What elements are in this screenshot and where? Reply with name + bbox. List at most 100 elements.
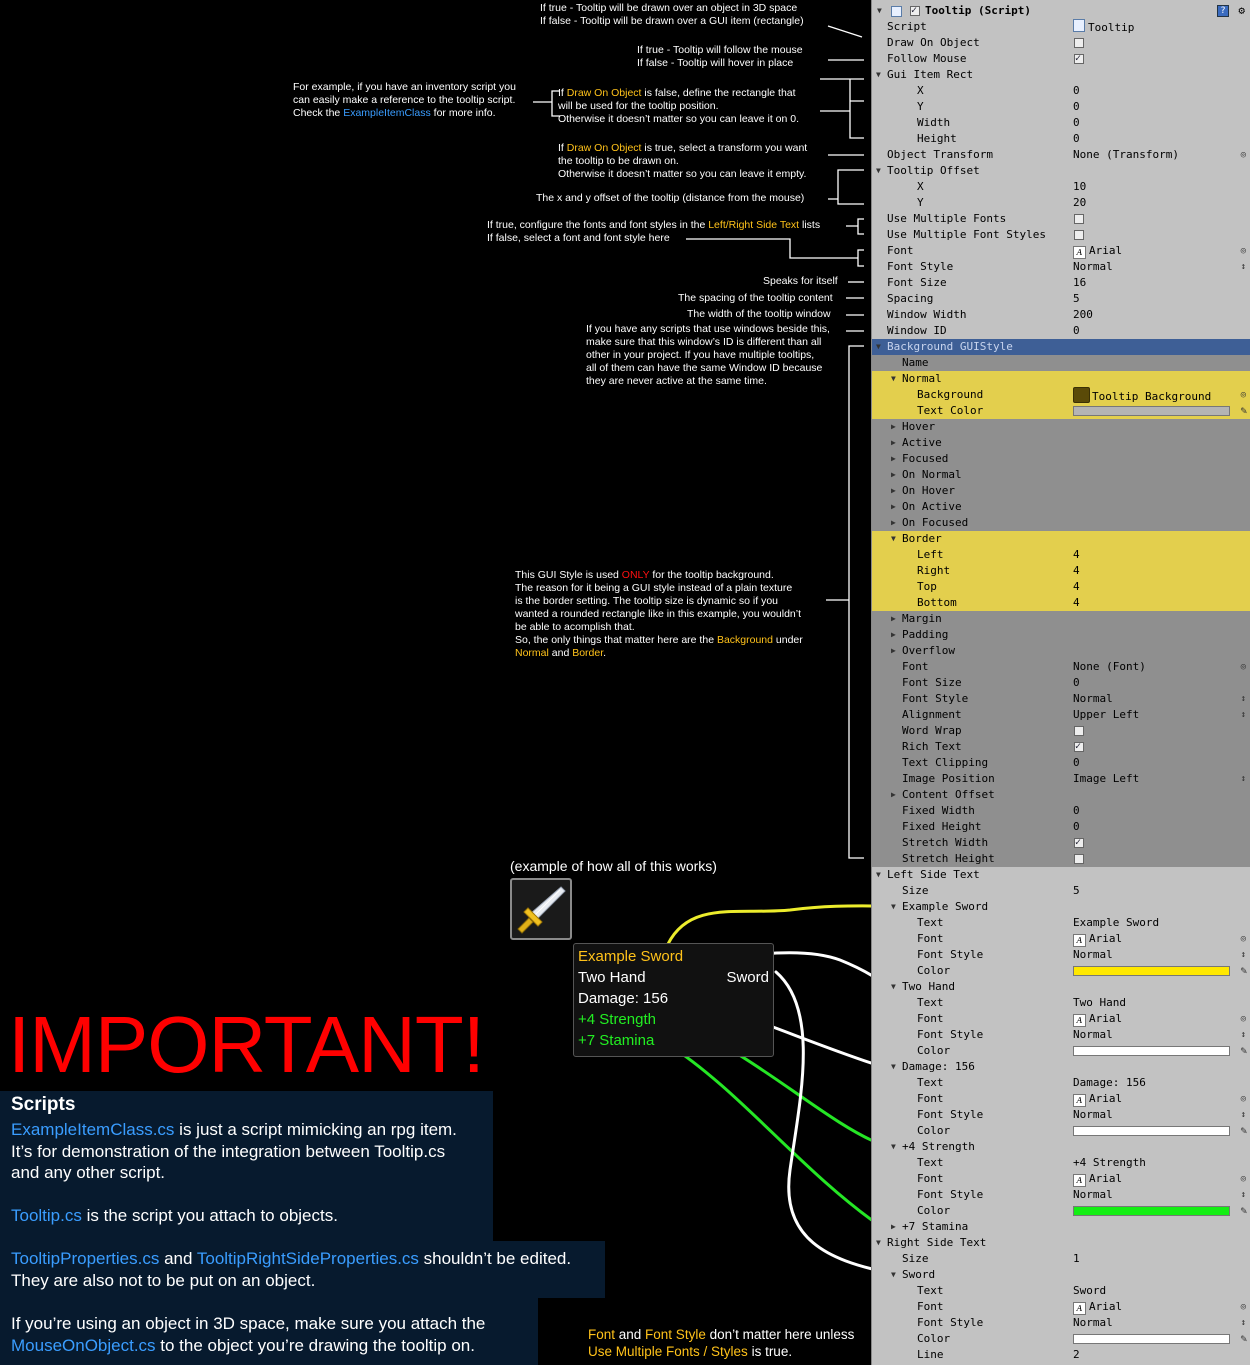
color-swatch[interactable]	[1073, 1046, 1230, 1056]
property-checkbox[interactable]	[1074, 726, 1084, 736]
property-value[interactable]: 200	[1073, 307, 1093, 323]
help-icon[interactable]: ?	[1217, 5, 1229, 17]
property-value[interactable]: 1	[1073, 1251, 1080, 1267]
fold-open-icon[interactable]: ▼	[891, 1059, 896, 1075]
property-checkbox[interactable]	[1074, 230, 1084, 240]
fold-open-icon[interactable]: ▼	[876, 867, 881, 883]
object-picker-icon[interactable]: ◎	[1241, 147, 1246, 163]
property-value[interactable]: A Arial	[1073, 1091, 1122, 1107]
color-swatch[interactable]	[1073, 1206, 1230, 1216]
object-picker-icon[interactable]: ◎	[1241, 1011, 1246, 1027]
dropdown-arrows-icon[interactable]: ↕	[1241, 1187, 1246, 1203]
property-value[interactable]: 0	[1073, 99, 1080, 115]
eyedropper-icon[interactable]: ✎	[1240, 1331, 1247, 1347]
fold-closed-icon[interactable]: ▶	[891, 419, 896, 435]
property-value[interactable]: 0	[1073, 83, 1080, 99]
property-value[interactable]: Example Sword	[1073, 915, 1159, 931]
object-picker-icon[interactable]: ◎	[1241, 659, 1246, 675]
property-value[interactable]: 4	[1073, 547, 1080, 563]
property-value[interactable]: A Arial	[1073, 243, 1122, 259]
color-swatch[interactable]	[1073, 966, 1230, 976]
fold-open-icon[interactable]: ▼	[891, 1139, 896, 1155]
fold-open-icon[interactable]: ▼	[891, 899, 896, 915]
property-value[interactable]: Damage: 156	[1073, 1075, 1146, 1091]
property-value[interactable]: Normal	[1073, 1315, 1113, 1331]
dropdown-arrows-icon[interactable]: ↕	[1241, 707, 1246, 723]
dropdown-arrows-icon[interactable]: ↕	[1241, 259, 1246, 275]
property-value[interactable]: 0	[1073, 115, 1080, 131]
property-value[interactable]: 0	[1073, 755, 1080, 771]
object-picker-icon[interactable]: ◎	[1241, 931, 1246, 947]
fold-open-icon[interactable]: ▼	[876, 163, 881, 179]
eyedropper-icon[interactable]: ✎	[1240, 403, 1247, 419]
dropdown-arrows-icon[interactable]: ↕	[1241, 1027, 1246, 1043]
property-checkbox[interactable]	[1074, 739, 1084, 755]
fold-closed-icon[interactable]: ▶	[891, 483, 896, 499]
property-value[interactable]: A Arial	[1073, 1011, 1122, 1027]
property-value[interactable]: Tooltip	[1073, 19, 1134, 36]
dropdown-arrows-icon[interactable]: ↕	[1241, 771, 1246, 787]
fold-open-icon[interactable]: ▼	[891, 531, 896, 547]
fold-open-icon[interactable]: ▼	[876, 67, 881, 83]
property-value[interactable]: +4 Strength	[1073, 1155, 1146, 1171]
property-checkbox[interactable]	[1074, 835, 1084, 851]
eyedropper-icon[interactable]: ✎	[1240, 1123, 1247, 1139]
fold-open-icon[interactable]: ▼	[876, 1235, 881, 1251]
fold-open-icon[interactable]: ▼	[877, 3, 882, 19]
property-value[interactable]: 2	[1073, 1347, 1080, 1363]
property-value[interactable]: 0	[1073, 819, 1080, 835]
property-value[interactable]: Normal	[1073, 259, 1113, 275]
property-checkbox[interactable]	[1074, 51, 1084, 67]
property-checkbox[interactable]	[1074, 854, 1084, 864]
fold-closed-icon[interactable]: ▶	[891, 451, 896, 467]
property-value[interactable]: 0	[1073, 675, 1080, 691]
eyedropper-icon[interactable]: ✎	[1240, 1203, 1247, 1219]
property-value[interactable]: A Arial	[1073, 1299, 1122, 1315]
fold-open-icon[interactable]: ▼	[891, 979, 896, 995]
property-checkbox[interactable]	[1074, 38, 1084, 48]
dropdown-arrows-icon[interactable]: ↕	[1241, 1107, 1246, 1123]
component-enabled-checkbox[interactable]	[910, 3, 920, 19]
property-value[interactable]: 0	[1073, 323, 1080, 339]
property-value[interactable]: 4	[1073, 563, 1080, 579]
property-value[interactable]: Image Left	[1073, 771, 1139, 787]
fold-closed-icon[interactable]: ▶	[891, 499, 896, 515]
object-picker-icon[interactable]: ◎	[1241, 1299, 1246, 1315]
property-value[interactable]: Normal	[1073, 691, 1113, 707]
gear-icon[interactable]: ⚙	[1238, 3, 1245, 19]
color-swatch[interactable]	[1073, 406, 1230, 416]
property-value[interactable]: A Arial	[1073, 1171, 1122, 1187]
property-value[interactable]: Normal	[1073, 1027, 1113, 1043]
property-value[interactable]: Upper Left	[1073, 707, 1139, 723]
fold-closed-icon[interactable]: ▶	[891, 787, 896, 803]
property-value[interactable]: A Arial	[1073, 931, 1122, 947]
color-swatch[interactable]	[1073, 1126, 1230, 1136]
fold-closed-icon[interactable]: ▶	[891, 467, 896, 483]
object-picker-icon[interactable]: ◎	[1241, 1171, 1246, 1187]
property-value[interactable]: None (Transform)	[1073, 147, 1179, 163]
color-swatch[interactable]	[1073, 1334, 1230, 1344]
property-value[interactable]: 20	[1073, 195, 1086, 211]
property-checkbox[interactable]	[1074, 214, 1084, 224]
property-value[interactable]: 4	[1073, 579, 1080, 595]
dropdown-arrows-icon[interactable]: ↕	[1241, 1315, 1246, 1331]
property-value[interactable]: Normal	[1073, 1107, 1113, 1123]
property-value[interactable]: Normal	[1073, 1187, 1113, 1203]
fold-open-icon[interactable]: ▼	[876, 339, 881, 355]
fold-open-icon[interactable]: ▼	[891, 371, 896, 387]
property-value[interactable]: 16	[1073, 275, 1086, 291]
property-value[interactable]: 0	[1073, 803, 1080, 819]
dropdown-arrows-icon[interactable]: ↕	[1241, 947, 1246, 963]
property-value[interactable]: 5	[1073, 291, 1080, 307]
property-value[interactable]: Two Hand	[1073, 995, 1126, 1011]
fold-closed-icon[interactable]: ▶	[891, 435, 896, 451]
property-value[interactable]: None (Font)	[1073, 659, 1146, 675]
eyedropper-icon[interactable]: ✎	[1240, 963, 1247, 979]
property-value[interactable]: Sword	[1073, 1283, 1106, 1299]
fold-closed-icon[interactable]: ▶	[891, 515, 896, 531]
eyedropper-icon[interactable]: ✎	[1240, 1043, 1247, 1059]
fold-closed-icon[interactable]: ▶	[891, 1219, 896, 1235]
property-value[interactable]: 5	[1073, 883, 1080, 899]
fold-open-icon[interactable]: ▼	[891, 1267, 896, 1283]
fold-closed-icon[interactable]: ▶	[891, 611, 896, 627]
